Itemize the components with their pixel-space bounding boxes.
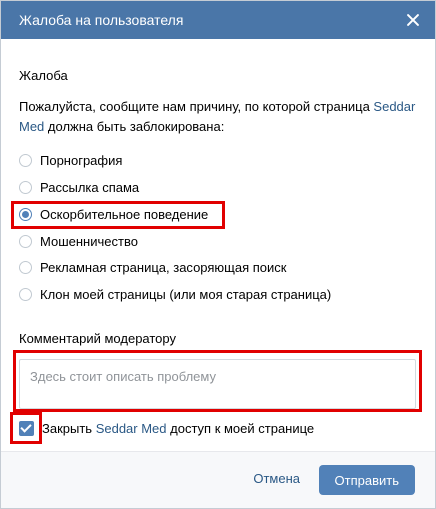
description-text-start: Пожалуйста, сообщите нам причину, по кот… (19, 99, 374, 114)
reason-option-insult[interactable]: Оскорбительное поведение (19, 204, 208, 224)
close-access-text-start: Закрыть (42, 420, 96, 436)
dialog-header: Жалоба на пользователя (1, 1, 435, 39)
reason-label: Рассылка спама (40, 179, 140, 195)
close-access-label: Закрыть Seddar Med доступ к моей страниц… (42, 421, 314, 436)
reason-option-porn[interactable]: Порнография (19, 150, 122, 170)
radio-button[interactable] (19, 153, 32, 167)
reason-option-clone[interactable]: Клон моей страницы (или моя старая стран… (19, 284, 331, 304)
close-access-checkbox[interactable] (19, 420, 34, 436)
report-user-dialog: Жалоба на пользователя Жалоба Пожалуйста… (0, 0, 436, 509)
reason-label: Мошенничество (40, 233, 138, 249)
close-access-text-end: доступ к моей странице (166, 420, 315, 436)
radio-button[interactable] (19, 234, 32, 248)
close-access-user-link[interactable]: Seddar Med (96, 421, 167, 436)
description-text-end: должна быть заблокирована: (44, 119, 225, 134)
reason-option-spam[interactable]: Рассылка спама (19, 177, 139, 197)
complaint-description: Пожалуйста, сообщите нам причину, по кот… (19, 97, 429, 137)
submit-button[interactable]: Отправить (318, 465, 415, 495)
dialog-footer: Отмена Отправить (1, 451, 435, 508)
complaint-section-title: Жалоба (19, 68, 68, 83)
reason-option-fraud[interactable]: Мошенничество (19, 231, 138, 251)
moderator-comment-input[interactable] (19, 359, 416, 409)
radio-button[interactable] (19, 287, 32, 301)
reason-label: Порнография (40, 152, 123, 168)
reason-label: Оскорбительное поведение (40, 206, 209, 222)
reason-label: Рекламная страница, засоряющая поиск (40, 259, 287, 275)
radio-button[interactable] (19, 260, 32, 274)
reason-label: Клон моей страницы (или моя старая стран… (40, 286, 332, 302)
cancel-button[interactable]: Отмена (253, 471, 300, 486)
dialog-title: Жалоба на пользователя (19, 12, 184, 28)
radio-button-selected[interactable] (19, 207, 32, 221)
radio-button[interactable] (19, 180, 32, 194)
comment-section-title: Комментарий модератору (19, 331, 176, 346)
reason-option-ads[interactable]: Рекламная страница, засоряющая поиск (19, 257, 286, 277)
close-access-option[interactable]: Закрыть Seddar Med доступ к моей страниц… (19, 418, 314, 438)
close-icon[interactable] (405, 12, 421, 28)
